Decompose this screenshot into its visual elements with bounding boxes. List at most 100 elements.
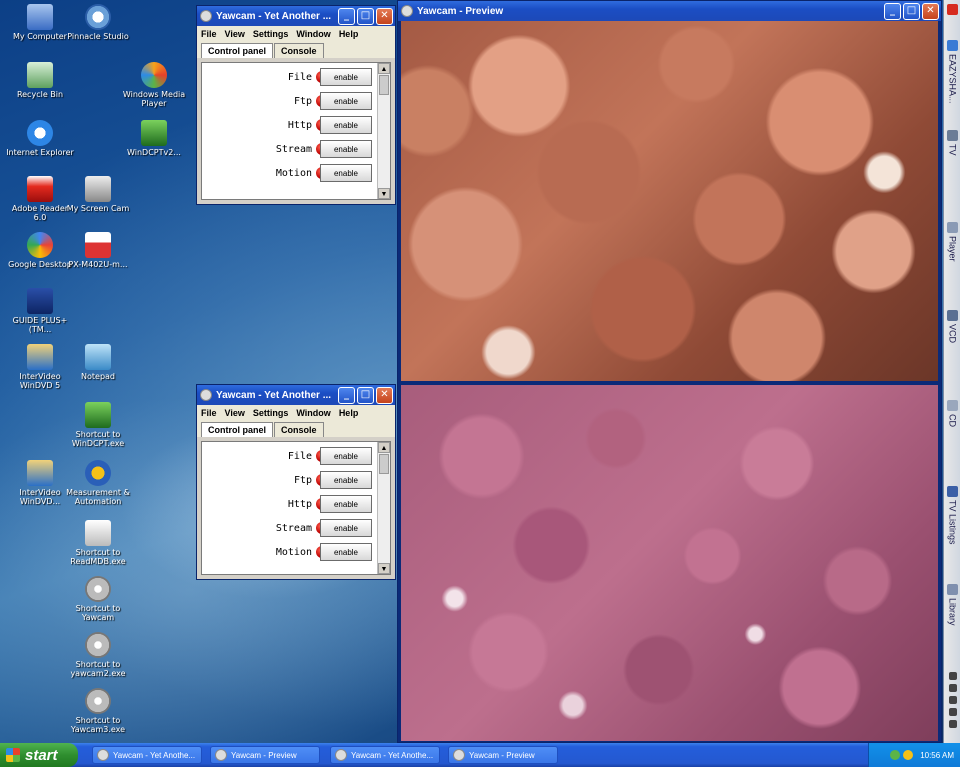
start-button[interactable]: start bbox=[0, 743, 78, 767]
desktop-icon-windcptv2[interactable]: WinDCPTv2... bbox=[120, 120, 188, 157]
enable-button[interactable]: enable bbox=[320, 471, 372, 489]
sidebar-item-label: TV Listings bbox=[947, 500, 958, 545]
library-icon bbox=[947, 584, 958, 595]
maximize-button[interactable]: □ bbox=[357, 8, 374, 25]
sidebar-item-cd[interactable]: CD bbox=[944, 400, 960, 427]
desktop-icon-shortcut-windcpt[interactable]: Shortcut to WinDCPT.exe bbox=[64, 402, 132, 448]
output-row-file: File enable bbox=[202, 65, 376, 89]
minimize-button[interactable]: _ bbox=[884, 3, 901, 20]
menu-file[interactable]: File bbox=[201, 29, 217, 39]
computer-icon bbox=[27, 4, 53, 30]
help-icon[interactable] bbox=[948, 708, 957, 716]
sidebar-item-eazyshare[interactable]: EAZYSHA... bbox=[944, 40, 960, 104]
sidebar-item-player[interactable]: Player bbox=[944, 222, 960, 262]
scroll-thumb[interactable] bbox=[379, 75, 389, 95]
network-tray-icon[interactable] bbox=[890, 750, 901, 760]
menu-view[interactable]: View bbox=[225, 408, 245, 418]
lock-icon[interactable] bbox=[948, 696, 957, 704]
video-capture-shortcut-icon bbox=[85, 402, 111, 428]
output-label: File bbox=[287, 450, 312, 462]
notepad-icon bbox=[85, 344, 111, 370]
menu-file[interactable]: File bbox=[201, 408, 217, 418]
output-label: Stream bbox=[275, 143, 312, 155]
window-icon[interactable] bbox=[948, 684, 957, 692]
window-titlebar[interactable]: Yawcam - Yet Another ... _ □ ✕ bbox=[197, 6, 395, 26]
sidebar-item-label: VCD bbox=[947, 324, 958, 344]
close-button[interactable]: ✕ bbox=[376, 8, 393, 25]
minimize-button[interactable]: _ bbox=[338, 8, 355, 25]
tab-control-panel[interactable]: Control panel bbox=[201, 422, 273, 437]
player-icon bbox=[947, 222, 958, 233]
menu-settings[interactable]: Settings bbox=[253, 29, 289, 39]
window-titlebar[interactable]: Yawcam - Yet Another ... _ □ ✕ bbox=[197, 385, 395, 405]
volume-tray-icon[interactable] bbox=[903, 750, 914, 760]
enable-button[interactable]: enable bbox=[320, 140, 372, 158]
sidebar-controls bbox=[944, 672, 960, 731]
desktop-icon-internet-explorer[interactable]: Internet Explorer bbox=[6, 120, 74, 157]
taskbar-task-preview-1[interactable]: Yawcam - Preview bbox=[210, 746, 320, 764]
scroll-down-arrow-icon[interactable]: ▼ bbox=[378, 563, 390, 574]
enable-button[interactable]: enable bbox=[320, 447, 372, 465]
desktop-icon-notepad[interactable]: Notepad bbox=[64, 344, 132, 381]
close-button[interactable]: ✕ bbox=[922, 3, 939, 20]
scroll-down-arrow-icon[interactable]: ▼ bbox=[378, 188, 390, 199]
enable-button[interactable]: enable bbox=[320, 164, 372, 182]
desktop-icon-windows-media-player[interactable]: Windows Media Player bbox=[120, 62, 188, 108]
desktop-icon-guide-plus[interactable]: GUIDE PLUS+(TM... bbox=[6, 288, 74, 334]
desktop-icon-shortcut-yawcam[interactable]: Shortcut to Yawcam bbox=[64, 576, 132, 622]
settings-icon[interactable] bbox=[948, 672, 957, 680]
system-tray: 10:56 AM bbox=[868, 743, 960, 767]
tab-control-panel[interactable]: Control panel bbox=[201, 43, 273, 58]
vertical-scrollbar[interactable]: ▲ ▼ bbox=[377, 442, 390, 574]
vertical-scrollbar[interactable]: ▲ ▼ bbox=[377, 63, 390, 199]
taskbar-task-yawcam-2[interactable]: Yawcam - Yet Anothe... bbox=[330, 746, 440, 764]
enable-button[interactable]: enable bbox=[320, 543, 372, 561]
close-icon[interactable] bbox=[948, 720, 957, 728]
enable-button[interactable]: enable bbox=[320, 92, 372, 110]
enable-button[interactable]: enable bbox=[320, 68, 372, 86]
desktop-icon-shortcut-yawcam2[interactable]: Shortcut to yawcam2.exe bbox=[64, 632, 132, 678]
yawcam-app-icon bbox=[215, 749, 227, 761]
menu-view[interactable]: View bbox=[225, 29, 245, 39]
sidebar-item-tv[interactable]: TV bbox=[944, 130, 960, 156]
taskbar-task-yawcam-1[interactable]: Yawcam - Yet Anothe... bbox=[92, 746, 202, 764]
menu-window[interactable]: Window bbox=[296, 29, 330, 39]
desktop-icon-my-screen-cam[interactable]: My Screen Cam bbox=[64, 176, 132, 213]
menu-window[interactable]: Window bbox=[296, 408, 330, 418]
sidebar-item-vcd[interactable]: VCD bbox=[944, 310, 960, 343]
menu-help[interactable]: Help bbox=[339, 29, 359, 39]
desktop-icon-shortcut-readmdb[interactable]: Shortcut to ReadMDB.exe bbox=[64, 520, 132, 566]
webcam-icon bbox=[85, 576, 111, 602]
menu-settings[interactable]: Settings bbox=[253, 408, 289, 418]
minimize-button[interactable]: _ bbox=[338, 387, 355, 404]
preview-titlebar[interactable]: Yawcam - Preview _ □ ✕ bbox=[398, 1, 941, 21]
scroll-up-arrow-icon[interactable]: ▲ bbox=[378, 442, 390, 453]
desktop-icon-recycle-bin[interactable]: Recycle Bin bbox=[6, 62, 74, 99]
enable-button[interactable]: enable bbox=[320, 519, 372, 537]
clock[interactable]: 10:56 AM bbox=[920, 751, 954, 760]
scroll-thumb[interactable] bbox=[379, 454, 389, 474]
desktop-icon-px-m402u[interactable]: PX-M402U-m... bbox=[64, 232, 132, 269]
yawcam-app-icon bbox=[200, 389, 212, 401]
webcam-icon bbox=[85, 632, 111, 658]
scroll-up-arrow-icon[interactable]: ▲ bbox=[378, 63, 390, 74]
tab-console[interactable]: Console bbox=[274, 422, 324, 437]
desktop-icon-pinnacle-studio[interactable]: Pinnacle Studio bbox=[64, 4, 132, 41]
maximize-button[interactable]: □ bbox=[357, 387, 374, 404]
close-button[interactable]: ✕ bbox=[376, 387, 393, 404]
menu-help[interactable]: Help bbox=[339, 408, 359, 418]
desktop-icon-measurement-automation[interactable]: Measurement & Automation bbox=[64, 460, 132, 506]
sidebar-logo[interactable] bbox=[944, 4, 960, 18]
desktop-icon-shortcut-yawcam3[interactable]: Shortcut to Yawcam3.exe bbox=[64, 688, 132, 734]
sidebar-item-tv-listings[interactable]: TV Listings bbox=[944, 486, 960, 545]
enable-button[interactable]: enable bbox=[320, 495, 372, 513]
enable-button[interactable]: enable bbox=[320, 116, 372, 134]
film-reel-icon bbox=[85, 4, 111, 30]
sidebar-item-library[interactable]: Library bbox=[944, 584, 960, 626]
output-row-motion: Motion enable bbox=[202, 161, 376, 185]
taskbar-task-preview-2[interactable]: Yawcam - Preview bbox=[448, 746, 558, 764]
task-label: Yawcam - Yet Anothe... bbox=[113, 750, 196, 760]
maximize-button[interactable]: □ bbox=[903, 3, 920, 20]
tab-console[interactable]: Console bbox=[274, 43, 324, 58]
taskbar: start Yawcam - Yet Anothe... Yawcam - Pr… bbox=[0, 743, 960, 767]
